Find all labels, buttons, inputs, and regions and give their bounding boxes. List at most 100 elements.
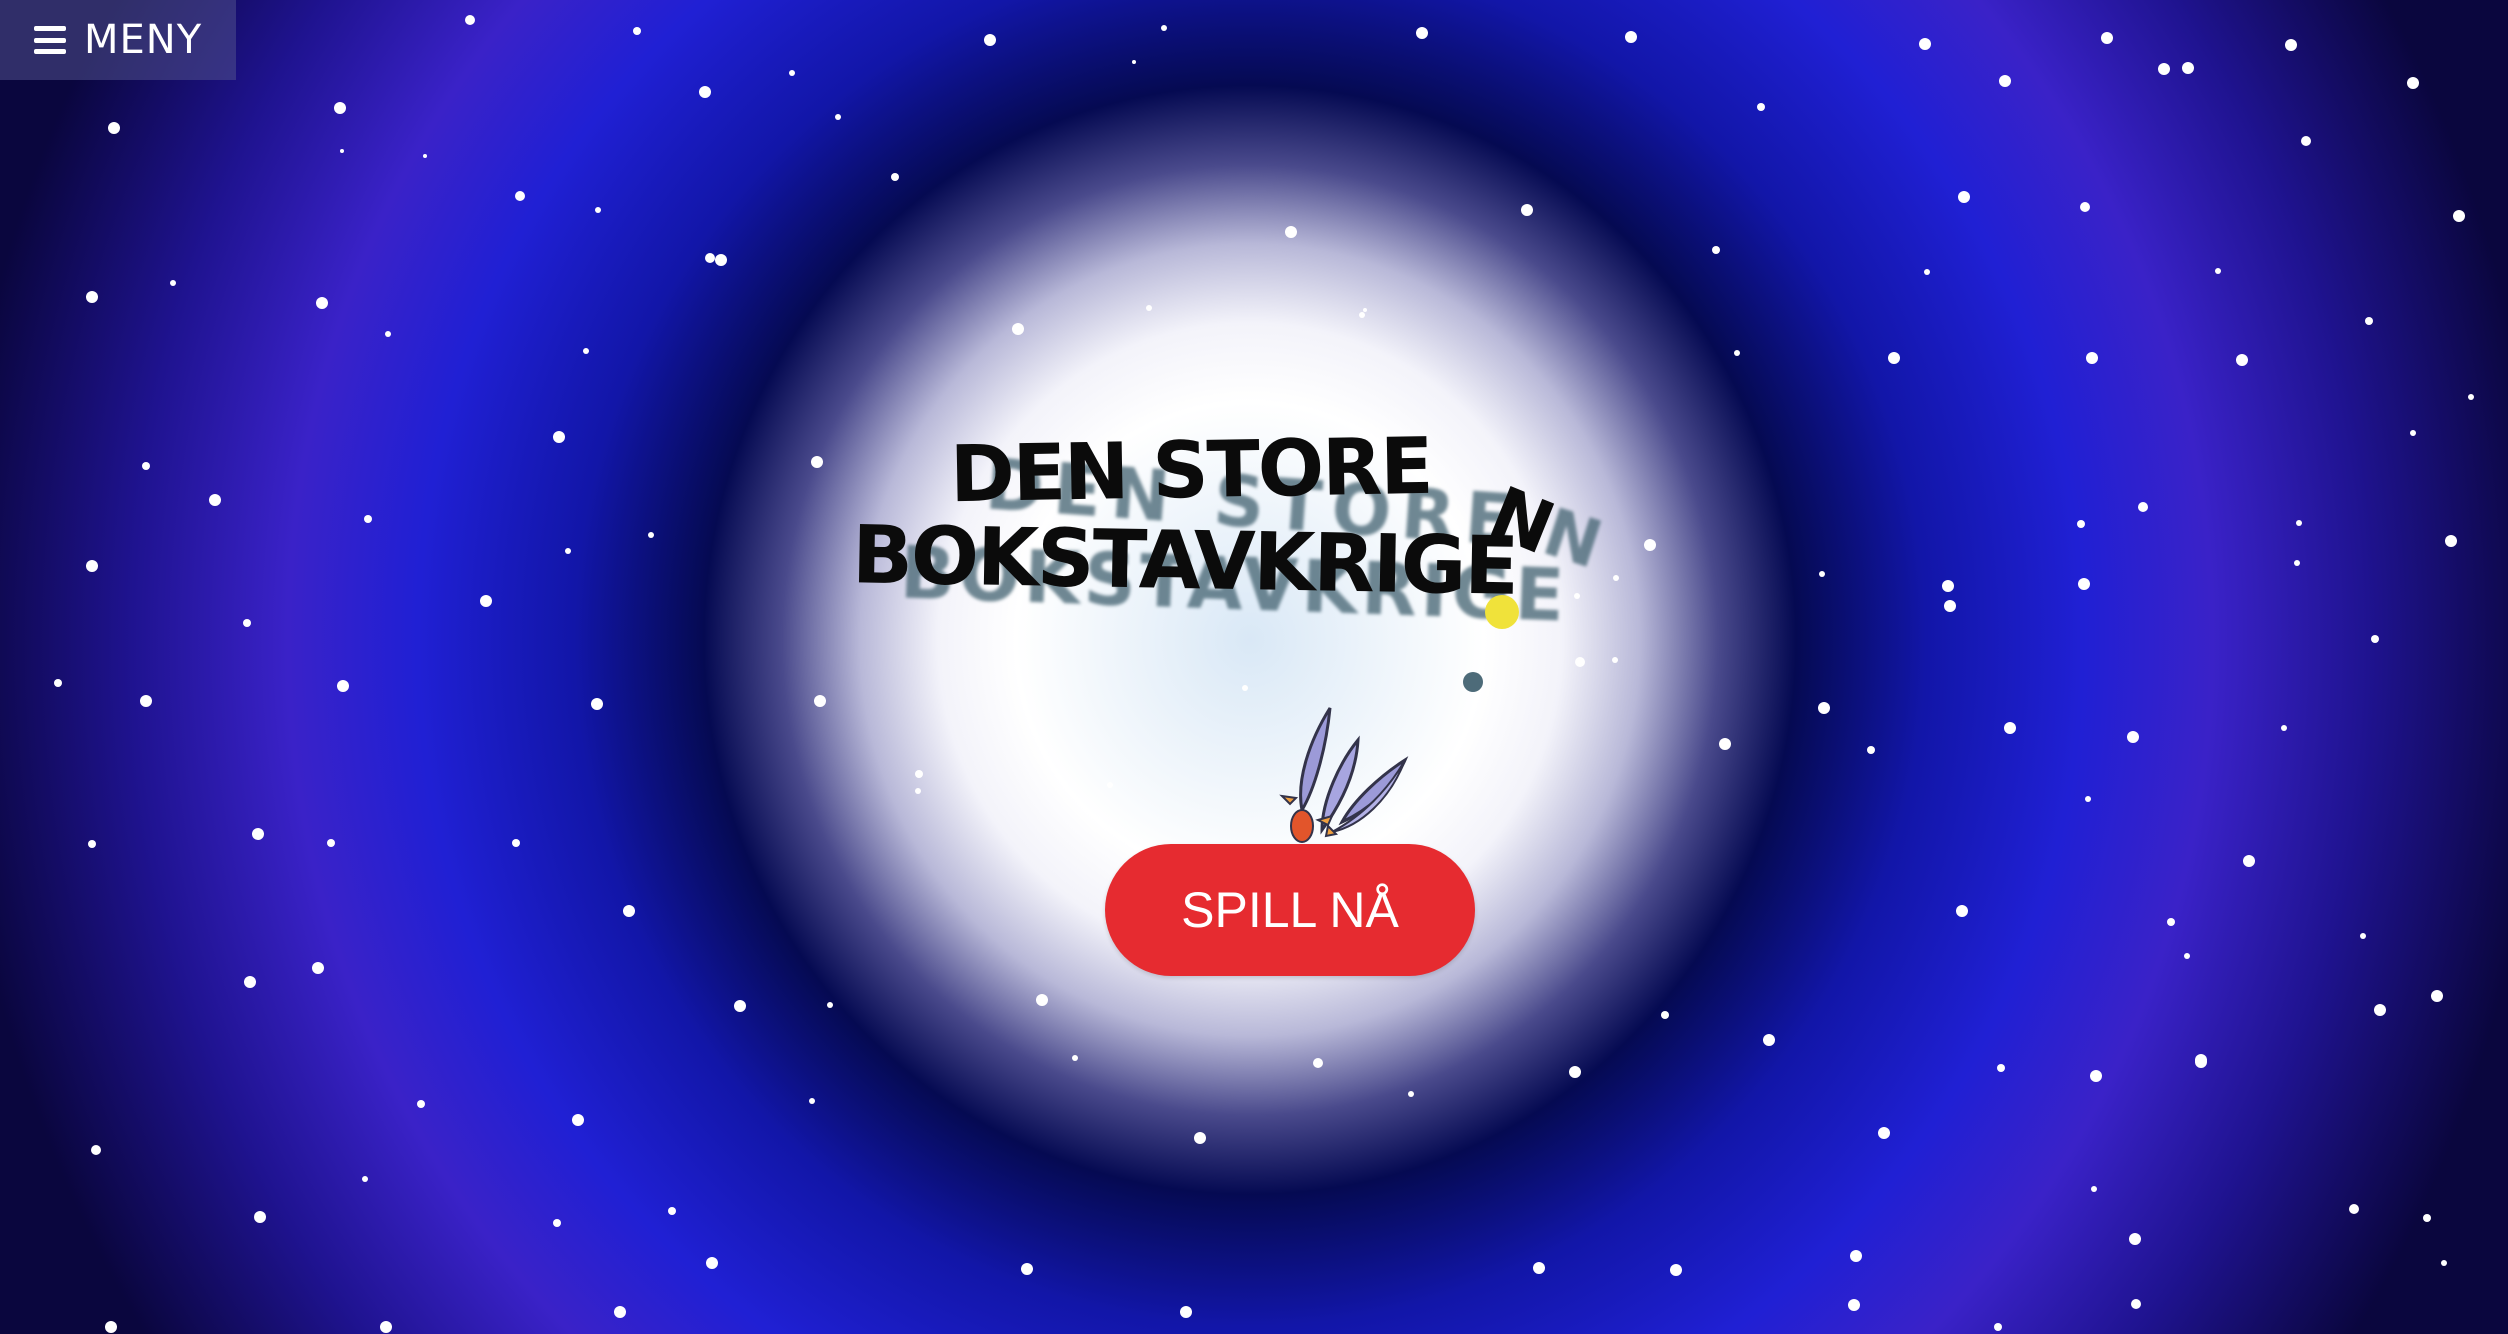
star-icon — [515, 191, 525, 201]
star-icon — [1867, 746, 1875, 754]
star-icon — [1942, 580, 1954, 592]
star-icon — [915, 770, 923, 778]
star-icon — [2407, 77, 2419, 89]
star-icon — [1359, 312, 1365, 318]
star-icon — [1850, 1250, 1862, 1262]
star-icon — [1180, 1306, 1192, 1318]
star-icon — [2195, 1054, 2207, 1066]
star-icon — [1285, 226, 1297, 238]
star-icon — [1012, 323, 1024, 335]
star-icon — [2078, 578, 2090, 590]
star-icon — [1763, 1034, 1775, 1046]
star-icon — [1999, 75, 2011, 87]
star-icon — [209, 494, 221, 506]
star-icon — [2215, 268, 2221, 274]
star-icon — [2004, 722, 2016, 734]
star-icon — [2441, 1260, 2447, 1266]
star-icon — [2077, 520, 2085, 528]
star-icon — [1416, 27, 1428, 39]
star-icon — [243, 619, 251, 627]
star-icon — [706, 1257, 718, 1269]
star-icon — [1818, 702, 1830, 714]
star-icon — [86, 291, 98, 303]
star-icon — [1644, 539, 1656, 551]
star-icon — [105, 1321, 117, 1333]
star-icon — [2085, 796, 2091, 802]
star-icon — [1670, 1264, 1682, 1276]
star-icon — [915, 788, 921, 794]
star-icon — [1734, 350, 1740, 356]
star-icon — [734, 1000, 746, 1012]
star-icon — [512, 839, 520, 847]
play-now-button[interactable]: SPILL NÅ — [1105, 844, 1475, 976]
star-icon — [170, 280, 176, 286]
star-icon — [572, 1114, 584, 1126]
star-icon — [2101, 32, 2113, 44]
star-icon — [1712, 246, 1720, 254]
game-logo: DEN STORE BOKSTAVKRIGE N DEN STORE BOKST… — [840, 420, 1640, 680]
star-icon — [814, 695, 826, 707]
star-icon — [2236, 354, 2248, 366]
star-icon — [835, 114, 841, 120]
star-icon — [2184, 953, 2190, 959]
star-icon — [54, 679, 62, 687]
star-icon — [254, 1211, 266, 1223]
star-icon — [1919, 38, 1931, 50]
star-icon — [1719, 738, 1731, 750]
star-icon — [423, 154, 427, 158]
star-icon — [2080, 202, 2090, 212]
star-icon — [2129, 1233, 2141, 1245]
star-icon — [1888, 352, 1900, 364]
star-icon — [1661, 1011, 1669, 1019]
star-icon — [1242, 685, 1248, 691]
star-icon — [648, 532, 654, 538]
star-icon — [1363, 308, 1367, 312]
star-icon — [2131, 1299, 2141, 1309]
star-icon — [1956, 905, 1968, 917]
menu-button[interactable]: MENY — [0, 0, 236, 80]
star-icon — [86, 560, 98, 572]
star-icon — [623, 905, 635, 917]
game-start-screen: MENY DEN STORE BOKSTAVKRIGE N DEN STORE … — [0, 0, 2508, 1334]
star-icon — [1848, 1299, 1860, 1311]
star-icon — [1819, 571, 1825, 577]
star-icon — [2182, 62, 2194, 74]
star-icon — [91, 1145, 101, 1155]
star-icon — [891, 173, 899, 181]
star-icon — [1924, 269, 1930, 275]
star-icon — [565, 548, 571, 554]
star-icon — [2294, 560, 2300, 566]
star-icon — [140, 695, 152, 707]
star-icon — [362, 1176, 368, 1182]
star-icon — [1161, 25, 1167, 31]
star-icon — [668, 1207, 676, 1215]
star-icon — [2410, 430, 2416, 436]
star-icon — [88, 840, 96, 848]
star-icon — [2138, 502, 2148, 512]
star-icon — [583, 348, 589, 354]
logo-line2: BOKSTAVKRIGE — [851, 508, 1518, 613]
star-icon — [244, 976, 256, 988]
star-icon — [2374, 1004, 2386, 1016]
star-icon — [595, 207, 601, 213]
star-icon — [337, 680, 349, 692]
star-icon — [2158, 63, 2170, 75]
star-icon — [2285, 39, 2297, 51]
star-icon — [1994, 1323, 2002, 1331]
star-icon — [312, 962, 324, 974]
star-icon — [1313, 1058, 1323, 1068]
star-icon — [591, 698, 603, 710]
star-icon — [2431, 990, 2443, 1002]
star-icon — [1533, 1262, 1545, 1274]
star-icon — [1146, 305, 1152, 311]
star-icon — [811, 456, 823, 468]
star-icon — [1625, 31, 1637, 43]
star-icon — [2301, 136, 2311, 146]
star-icon — [2281, 725, 2287, 731]
star-icon — [633, 27, 641, 35]
star-icon — [1036, 994, 1048, 1006]
star-icon — [327, 839, 335, 847]
star-icon — [2453, 210, 2465, 222]
star-icon — [1958, 191, 1970, 203]
flying-creature-icon — [1279, 707, 1409, 843]
